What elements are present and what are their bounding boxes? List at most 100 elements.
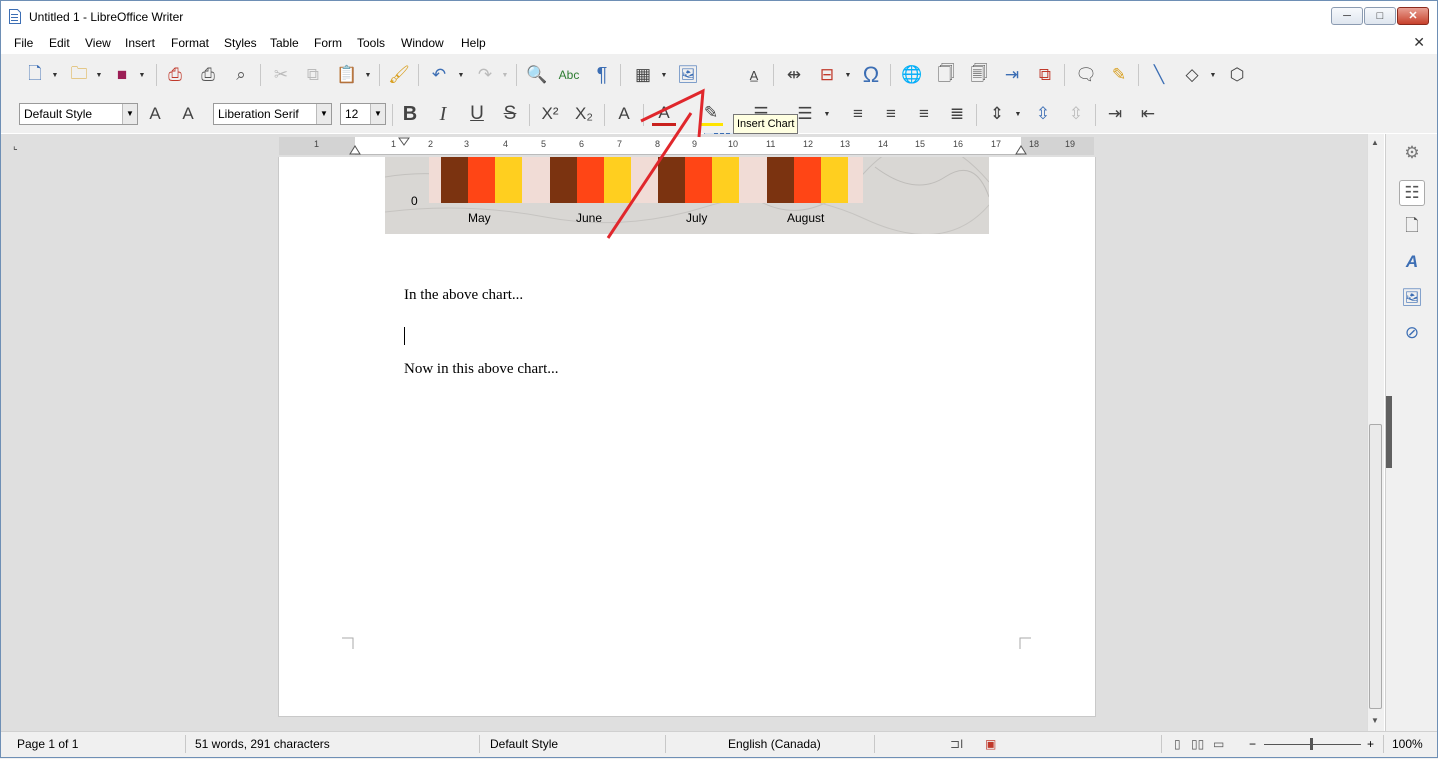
insert-image-icon[interactable]: 🖼 — [676, 63, 700, 87]
maximize-button[interactable]: □ — [1364, 7, 1396, 25]
embedded-chart[interactable]: 0 May June July August — [385, 157, 989, 234]
insert-mode-icon[interactable]: ⊐I — [950, 737, 963, 751]
page-style[interactable]: Default Style — [490, 737, 558, 751]
language[interactable]: English (Canada) — [728, 737, 821, 751]
insert-comment-icon[interactable]: 🗨 — [1074, 63, 1098, 87]
new-dropdown-icon[interactable]: ▼ — [51, 63, 59, 87]
horizontal-ruler[interactable]: 1 1 2 3 4 5 6 7 8 9 10 11 12 13 14 15 16… — [279, 137, 1094, 155]
undo-icon[interactable]: ↶ — [427, 63, 451, 87]
first-line-indent-marker-icon[interactable] — [398, 137, 410, 147]
bold-icon[interactable]: B — [398, 102, 422, 126]
line-spacing-dropdown-icon[interactable]: ▼ — [1014, 102, 1022, 126]
paragraph-style-combo[interactable]: Default Style ▼ — [19, 103, 138, 125]
align-center-icon[interactable]: ≡ — [879, 102, 903, 126]
new-document-icon[interactable]: 🗋 — [23, 63, 47, 87]
word-count[interactable]: 51 words, 291 characters — [195, 737, 330, 751]
save-dropdown-icon[interactable]: ▼ — [138, 63, 146, 87]
align-right-icon[interactable]: ≡ — [912, 102, 936, 126]
line-spacing-icon[interactable]: ⇕ — [985, 102, 1009, 126]
vertical-scrollbar[interactable]: ▲ ▼ — [1367, 134, 1384, 731]
chevron-down-icon[interactable]: ▼ — [370, 104, 385, 124]
insert-field-icon[interactable]: ⊟ — [815, 63, 839, 87]
scroll-up-icon[interactable]: ▲ — [1371, 138, 1379, 147]
cut-icon[interactable]: ✂ — [269, 63, 293, 87]
insert-text-box-icon[interactable]: A̲ — [742, 63, 766, 87]
subscript-icon[interactable]: X₂ — [572, 102, 596, 126]
redo-icon[interactable]: ↷ — [473, 63, 497, 87]
book-view-icon[interactable]: ▭ — [1213, 737, 1224, 751]
highlighting-color-icon[interactable]: ✎ — [699, 102, 723, 126]
menu-format[interactable]: Format — [171, 36, 209, 50]
table-dropdown-icon[interactable]: ▼ — [660, 63, 668, 87]
document-modified-icon[interactable]: ▣ — [985, 737, 996, 751]
insert-hyperlink-icon[interactable]: 🌐 — [900, 63, 924, 87]
menu-help[interactable]: Help — [461, 36, 486, 50]
zoom-slider-thumb[interactable] — [1310, 738, 1313, 750]
insert-cross-reference-icon[interactable]: ⧉ — [1033, 63, 1057, 87]
clear-formatting-icon[interactable]: A — [612, 102, 636, 126]
menu-edit[interactable]: Edit — [49, 36, 70, 50]
scroll-down-icon[interactable]: ▼ — [1371, 716, 1379, 725]
decrease-paragraph-spacing-icon[interactable]: ⇳ — [1064, 102, 1088, 126]
styles-icon[interactable]: A — [1399, 249, 1425, 275]
menu-table[interactable]: Table — [270, 36, 299, 50]
paragraph-2[interactable]: Now in this above chart... — [404, 361, 559, 378]
font-size-combo[interactable]: 12 ▼ — [340, 103, 386, 125]
increase-indent-icon[interactable]: ⇥ — [1103, 102, 1127, 126]
print-preview-icon[interactable]: ⌕ — [229, 63, 253, 87]
undo-dropdown-icon[interactable]: ▼ — [457, 63, 465, 87]
decrease-indent-icon[interactable]: ⇤ — [1136, 102, 1160, 126]
font-name-combo[interactable]: Liberation Serif ▼ — [213, 103, 332, 125]
left-indent-marker-icon[interactable] — [349, 143, 361, 155]
menu-form[interactable]: Form — [314, 36, 342, 50]
formatting-marks-icon[interactable]: ¶ — [590, 63, 614, 87]
minimize-button[interactable]: ─ — [1331, 7, 1363, 25]
single-page-view-icon[interactable]: ▯ — [1174, 737, 1181, 751]
track-changes-icon[interactable]: ✎ — [1107, 63, 1131, 87]
shapes-dropdown-icon[interactable]: ▼ — [1209, 63, 1217, 87]
field-dropdown-icon[interactable]: ▼ — [844, 63, 852, 87]
paste-icon[interactable]: 📋 — [335, 63, 359, 87]
menu-insert[interactable]: Insert — [125, 36, 155, 50]
page-count[interactable]: Page 1 of 1 — [17, 737, 78, 751]
menu-styles[interactable]: Styles — [224, 36, 257, 50]
open-dropdown-icon[interactable]: ▼ — [95, 63, 103, 87]
menu-view[interactable]: View — [85, 36, 111, 50]
export-pdf-icon[interactable]: ⎙ — [163, 63, 187, 87]
strikethrough-icon[interactable]: S — [498, 102, 522, 126]
insert-line-icon[interactable]: ╲ — [1147, 63, 1171, 87]
align-left-icon[interactable]: ≡ — [846, 102, 870, 126]
justify-icon[interactable]: ≣ — [945, 102, 969, 126]
special-character-icon[interactable]: Ω — [859, 62, 883, 87]
new-style-icon[interactable]: A — [176, 102, 200, 126]
zoom-level[interactable]: 100% — [1392, 737, 1423, 751]
sidebar-settings-icon[interactable]: ⚙ — [1399, 140, 1425, 166]
paste-dropdown-icon[interactable]: ▼ — [364, 63, 372, 87]
page-icon[interactable]: 🗋 — [1399, 214, 1425, 240]
redo-dropdown-icon[interactable]: ▼ — [501, 63, 509, 87]
spelling-icon[interactable]: Abc — [557, 63, 581, 87]
right-indent-marker-icon[interactable] — [1015, 143, 1027, 155]
multi-page-view-icon[interactable]: ▯▯ — [1191, 737, 1204, 751]
insert-page-break-icon[interactable]: ⇹ — [782, 63, 806, 87]
underline-icon[interactable]: U — [465, 102, 489, 126]
draw-functions-icon[interactable]: ⬡ — [1225, 63, 1249, 87]
insert-table-icon[interactable]: ▦ — [631, 63, 655, 87]
list-dropdown-icon[interactable]: ▼ — [823, 102, 831, 126]
clone-formatting-icon[interactable]: 🖌 — [387, 63, 411, 87]
italic-icon[interactable]: I — [431, 102, 455, 126]
paragraph-1[interactable]: In the above chart... — [404, 287, 523, 304]
insert-endnote-icon[interactable]: 🗐 — [967, 63, 991, 87]
print-icon[interactable]: ⎙ — [196, 63, 220, 87]
document-page[interactable]: 0 May June July August In the above char… — [278, 157, 1096, 717]
close-document-icon[interactable]: ✕ — [1413, 34, 1425, 51]
tab-stop-selector-icon[interactable]: ⌞ — [13, 141, 18, 152]
menu-window[interactable]: Window — [401, 36, 444, 50]
insert-footnote-icon[interactable]: 🗍 — [934, 63, 958, 87]
close-window-button[interactable]: ✕ — [1397, 7, 1429, 25]
menu-tools[interactable]: Tools — [357, 36, 385, 50]
scrollbar-thumb[interactable] — [1369, 424, 1382, 709]
increase-paragraph-spacing-icon[interactable]: ⇳ — [1031, 102, 1055, 126]
menu-file[interactable]: File — [14, 36, 33, 50]
update-style-icon[interactable]: A — [143, 102, 167, 126]
